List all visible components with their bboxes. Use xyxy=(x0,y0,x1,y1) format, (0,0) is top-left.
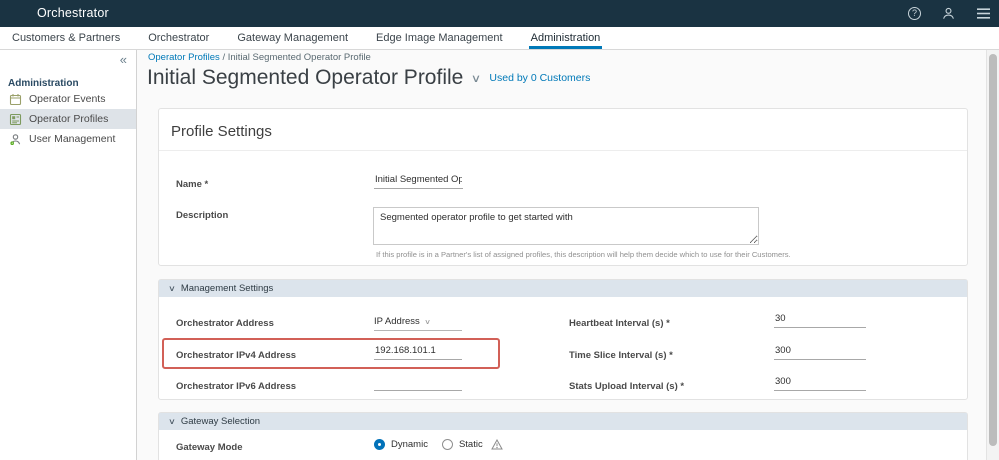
radio-static-label: Static xyxy=(458,439,483,450)
radio-dynamic[interactable] xyxy=(374,439,385,450)
gateway-mode-label: Gateway Mode xyxy=(176,442,243,453)
user-icon: + xyxy=(9,133,22,146)
tab-gateway-management[interactable]: Gateway Management xyxy=(235,27,350,49)
sidebar-item-user-management[interactable]: + User Management xyxy=(0,129,136,149)
description-helper-text: If this profile is in a Partner's list o… xyxy=(376,250,791,259)
profile-settings-title: Profile Settings xyxy=(171,123,272,140)
tab-edge-image-management[interactable]: Edge Image Management xyxy=(374,27,505,49)
sidebar-item-operator-events[interactable]: Operator Events xyxy=(0,89,136,109)
gateway-selection-section: ∨ Gateway Selection Gateway Mode Dynamic… xyxy=(158,412,968,460)
name-input[interactable] xyxy=(374,173,463,189)
orchestrator-ipv4-input[interactable] xyxy=(374,344,462,360)
stats-upload-interval-input[interactable] xyxy=(774,375,866,391)
orchestrator-ipv4-label: Orchestrator IPv4 Address xyxy=(176,350,297,361)
heartbeat-interval-input[interactable] xyxy=(774,312,866,328)
time-slice-interval-label: Time Slice Interval (s) * xyxy=(569,350,673,361)
orchestrator-ipv6-label: Orchestrator IPv6 Address xyxy=(176,381,297,392)
tab-administration[interactable]: Administration xyxy=(528,27,603,49)
scrollbar-thumb[interactable] xyxy=(989,54,997,446)
profile-badge-icon xyxy=(9,113,22,126)
orchestrator-address-value: IP Address xyxy=(374,316,420,327)
svg-text:+: + xyxy=(11,141,13,145)
gateway-mode-radio-group: Dynamic Static xyxy=(374,439,503,450)
user-icon[interactable] xyxy=(941,6,956,21)
stats-upload-interval-label: Stats Upload Interval (s) * xyxy=(569,381,685,392)
page-header: Initial Segmented Operator Profile ∨ Use… xyxy=(147,66,590,90)
calendar-icon xyxy=(9,93,22,106)
sidebar-item-operator-profiles[interactable]: Operator Profiles xyxy=(0,109,136,129)
gateway-selection-title: Gateway Selection xyxy=(180,416,261,427)
breadcrumb-current: Initial Segmented Operator Profile xyxy=(227,52,371,63)
app-header-actions: ? xyxy=(908,0,991,27)
menu-icon[interactable] xyxy=(976,7,991,20)
heartbeat-interval-label: Heartbeat Interval (s) * xyxy=(569,318,670,329)
profile-settings-card: Profile Settings Name * Description Segm… xyxy=(158,108,968,266)
help-icon[interactable]: ? xyxy=(908,7,921,20)
radio-dynamic-label: Dynamic xyxy=(391,439,428,450)
chevron-down-icon: ∨ xyxy=(424,319,431,326)
breadcrumb-link-operator-profiles[interactable]: Operator Profiles xyxy=(148,52,220,63)
orchestrator-address-select[interactable]: IP Address ∨ xyxy=(374,316,462,331)
sidebar-item-label: Operator Profiles xyxy=(29,113,109,125)
page-title: Initial Segmented Operator Profile xyxy=(147,66,464,89)
management-settings-title: Management Settings xyxy=(180,283,274,294)
orchestrator-app-window: Orchestrator ? Customers & Partners Orch… xyxy=(0,0,999,460)
orchestrator-ipv6-input[interactable] xyxy=(374,375,462,391)
sidebar-item-label: Operator Events xyxy=(29,93,106,105)
description-textarea[interactable]: Segmented operator profile to get starte… xyxy=(373,207,759,245)
primary-nav-tabs: Customers & Partners Orchestrator Gatewa… xyxy=(0,27,999,50)
management-settings-toggle[interactable]: ∨ Management Settings xyxy=(159,280,967,297)
sidebar-items: Operator Events Operator Profiles + User… xyxy=(0,89,136,149)
sidebar-item-label: User Management xyxy=(29,133,116,145)
sidebar-collapse-icon[interactable]: « xyxy=(120,52,127,67)
breadcrumb: Operator Profiles / Initial Segmented Op… xyxy=(148,52,371,63)
tab-orchestrator[interactable]: Orchestrator xyxy=(146,27,211,49)
sidebar-section-title: Administration xyxy=(8,78,79,89)
used-by-customers-link[interactable]: Used by 0 Customers xyxy=(489,72,590,84)
time-slice-interval-input[interactable] xyxy=(774,344,866,360)
sidebar: « Administration Operator Events Operato… xyxy=(0,50,137,460)
management-settings-section: ∨ Management Settings Orchestrator Addre… xyxy=(158,279,968,400)
chevron-down-icon: ∨ xyxy=(168,417,176,426)
description-label: Description xyxy=(176,210,229,221)
name-label: Name * xyxy=(176,179,209,190)
orchestrator-address-label: Orchestrator Address xyxy=(176,318,274,329)
app-header: Orchestrator ? xyxy=(0,0,999,27)
profile-settings-header: Profile Settings xyxy=(159,109,967,151)
radio-static[interactable] xyxy=(441,439,453,450)
tab-customers-partners[interactable]: Customers & Partners xyxy=(10,27,122,49)
warning-icon xyxy=(490,439,503,450)
chevron-down-icon[interactable]: ∨ xyxy=(471,72,481,85)
vertical-scrollbar[interactable] xyxy=(986,50,999,460)
app-title: Orchestrator xyxy=(37,6,109,20)
gateway-selection-toggle[interactable]: ∨ Gateway Selection xyxy=(159,413,967,430)
breadcrumb-separator: / xyxy=(222,52,226,63)
chevron-down-icon: ∨ xyxy=(168,284,176,293)
